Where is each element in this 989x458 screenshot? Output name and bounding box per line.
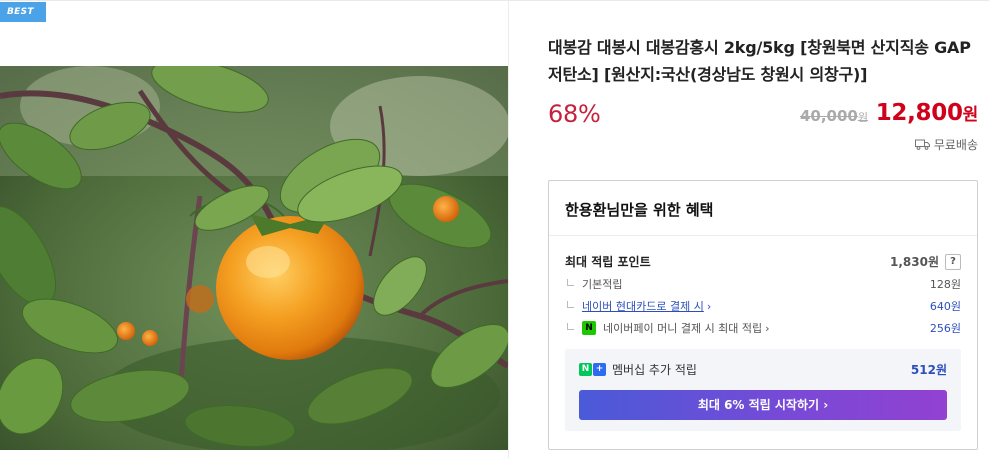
product-image-area: BEST [0,0,508,458]
max-points-value: 1,830원 [890,255,939,269]
naver-plus-icon: N + [579,363,606,376]
pay-points-value: 256원 [929,322,961,335]
naver-n-icon: N [579,363,592,376]
sale-price: 12,800원 [875,100,979,126]
chevron-right-icon: › [706,299,712,313]
truck-icon [914,139,930,150]
product-title: 대봉감 대봉시 대봉감홍시 2kg/5kg [창원북면 산지직송 GAP 저탄소… [548,38,971,84]
card-points-link[interactable]: 네이버 현대카드로 결제 시 [582,298,704,314]
basic-points-label-wrap: 기본적립 [565,276,622,292]
original-price-value: 40,000 [799,107,858,125]
benefit-divider [549,235,977,236]
benefit-box: 한용환님만을 위한 혜택 최대 적립 포인트 1,830원 ? 기본적립 128… [548,180,978,450]
pay-points-row: N 네이버페이 머니 결제 시 최대 적립 › 256원 [565,320,961,336]
basic-points-row: 기본적립 128원 [565,276,961,292]
membership-label: 멤버십 추가 적립 [612,363,697,377]
elbow-icon [567,300,574,308]
pay-points-label-wrap: N 네이버페이 머니 결제 시 최대 적립 › [565,320,770,336]
elbow-icon [567,322,574,330]
benefit-title: 한용환님만을 위한 혜택 [565,201,714,219]
best-badge: BEST [0,2,46,22]
max-points-label: 최대 적립 포인트 [565,255,651,269]
max-points-value-wrap: 1,830원 ? [890,253,961,270]
vertical-divider [508,0,509,458]
start-points-button[interactable]: 최대 6% 적립 시작하기 › [579,390,947,420]
original-price: 40,000원 [800,107,868,125]
sale-price-unit: 원 [962,105,979,125]
help-icon[interactable]: ? [945,253,961,270]
pay-points-link[interactable]: 네이버페이 머니 결제 시 최대 적립 [603,320,762,336]
max-points-row: 최대 적립 포인트 1,830원 ? [565,253,961,270]
start-points-button-label: 최대 6% 적립 시작하기 [697,398,820,412]
membership-value: 512원 [910,363,947,377]
card-points-label-wrap: 네이버 현대카드로 결제 시 › [565,298,711,314]
basic-points-label: 기본적립 [582,278,623,291]
card-points-value: 640원 [929,300,961,313]
plus-icon: + [593,363,606,376]
membership-row: N + 멤버십 추가 적립 512원 [579,361,947,378]
original-price-unit: 원 [857,111,868,124]
elbow-icon [567,278,574,286]
membership-label-wrap: N + 멤버십 추가 적립 [579,361,697,378]
npay-icon: N [582,321,596,335]
persimmon-photo[interactable] [0,66,508,450]
chevron-right-icon: › [823,398,829,412]
card-points-row: 네이버 현대카드로 결제 시 › 640원 [565,298,961,314]
shipping-label: 무료배송 [933,138,978,152]
discount-rate: 68% [548,100,601,128]
sale-price-value: 12,800 [875,100,963,126]
basic-points-value: 128원 [929,278,961,291]
membership-area: N + 멤버십 추가 적립 512원 최대 6% 적립 시작하기 › [565,349,961,431]
shipping-info: 무료배송 [914,136,978,153]
chevron-right-icon: › [765,321,770,335]
